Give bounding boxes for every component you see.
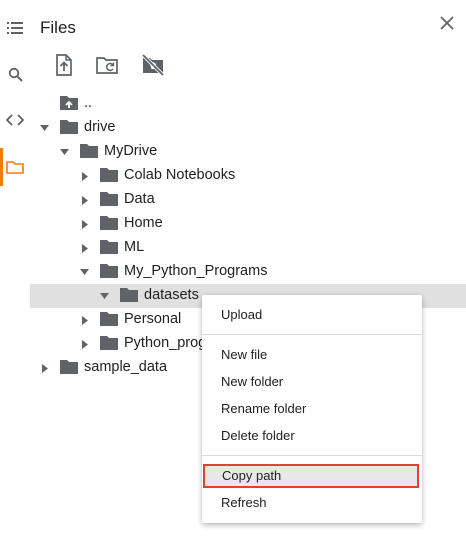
menu-item-upload[interactable]: Upload bbox=[202, 303, 422, 327]
caret-right-icon[interactable] bbox=[80, 219, 90, 229]
panel-title: Files bbox=[40, 18, 76, 37]
tree-item-parent[interactable]: .. bbox=[30, 92, 466, 116]
caret-right-icon[interactable] bbox=[80, 339, 90, 349]
menu-item-new-folder[interactable]: New folder bbox=[202, 370, 422, 394]
folder-icon bbox=[100, 240, 118, 254]
folder-icon bbox=[120, 288, 138, 302]
tree-label: My_Python_Programs bbox=[124, 263, 268, 279]
folder-icon bbox=[100, 192, 118, 206]
tree-item-my-python-programs[interactable]: My_Python_Programs bbox=[30, 260, 466, 284]
caret-down-icon[interactable] bbox=[99, 291, 109, 301]
tree-label: Personal bbox=[124, 311, 182, 327]
menu-item-delete-folder[interactable]: Delete folder bbox=[202, 424, 422, 448]
tree-label: .. bbox=[84, 95, 93, 111]
caret-down-icon[interactable] bbox=[59, 147, 69, 157]
folder-icon bbox=[100, 264, 118, 278]
caret-down-icon[interactable] bbox=[79, 267, 89, 277]
code-icon[interactable] bbox=[3, 108, 27, 132]
menu-item-rename-folder[interactable]: Rename folder bbox=[202, 397, 422, 421]
tree-label: Colab Notebooks bbox=[124, 167, 236, 183]
folder-icon bbox=[100, 312, 118, 326]
tree-label: drive bbox=[84, 119, 116, 135]
folder-icon bbox=[60, 360, 78, 374]
unmount-drive-icon[interactable] bbox=[140, 52, 166, 78]
folder-up-icon bbox=[60, 96, 78, 110]
tree-item-drive[interactable]: drive bbox=[30, 116, 466, 140]
folder-icon bbox=[100, 336, 118, 350]
tree-item-home[interactable]: Home bbox=[30, 212, 466, 236]
folder-icon bbox=[60, 120, 78, 134]
tree-item-mydrive[interactable]: MyDrive bbox=[30, 140, 466, 164]
caret-right-icon[interactable] bbox=[80, 195, 90, 205]
folder-icon bbox=[80, 144, 98, 158]
caret-right-icon[interactable] bbox=[40, 363, 50, 373]
menu-divider bbox=[202, 455, 422, 456]
caret-down-icon[interactable] bbox=[39, 123, 49, 133]
folder-icon bbox=[100, 168, 118, 182]
tree-label: sample_data bbox=[84, 359, 168, 375]
menu-item-copy-path[interactable]: Copy path bbox=[203, 464, 419, 488]
tree-item-colab-notebooks[interactable]: Colab Notebooks bbox=[30, 164, 466, 188]
tree-item-data[interactable]: Data bbox=[30, 188, 466, 212]
upload-file-icon[interactable] bbox=[51, 52, 77, 78]
caret-right-icon[interactable] bbox=[80, 243, 90, 253]
caret-right-icon[interactable] bbox=[80, 315, 90, 325]
caret-right-icon[interactable] bbox=[80, 171, 90, 181]
left-rail bbox=[0, 0, 30, 548]
tree-label: Python_prog bbox=[124, 335, 207, 351]
context-menu: Upload New file New folder Rename folder… bbox=[202, 295, 422, 523]
menu-item-refresh[interactable]: Refresh bbox=[202, 491, 422, 515]
folder-icon[interactable] bbox=[3, 155, 27, 179]
refresh-folder-icon[interactable] bbox=[95, 52, 121, 78]
tree-label: datasets bbox=[144, 287, 199, 303]
toc-icon[interactable] bbox=[3, 16, 27, 40]
tree-label: Data bbox=[124, 191, 155, 207]
menu-divider bbox=[202, 334, 422, 335]
search-icon[interactable] bbox=[3, 62, 27, 86]
tree-label: Home bbox=[124, 215, 163, 231]
folder-icon bbox=[100, 216, 118, 230]
tree-label: MyDrive bbox=[104, 143, 158, 159]
close-icon[interactable] bbox=[436, 12, 458, 34]
menu-item-new-file[interactable]: New file bbox=[202, 343, 422, 367]
tree-label: ML bbox=[124, 239, 145, 255]
tree-item-ml[interactable]: ML bbox=[30, 236, 466, 260]
